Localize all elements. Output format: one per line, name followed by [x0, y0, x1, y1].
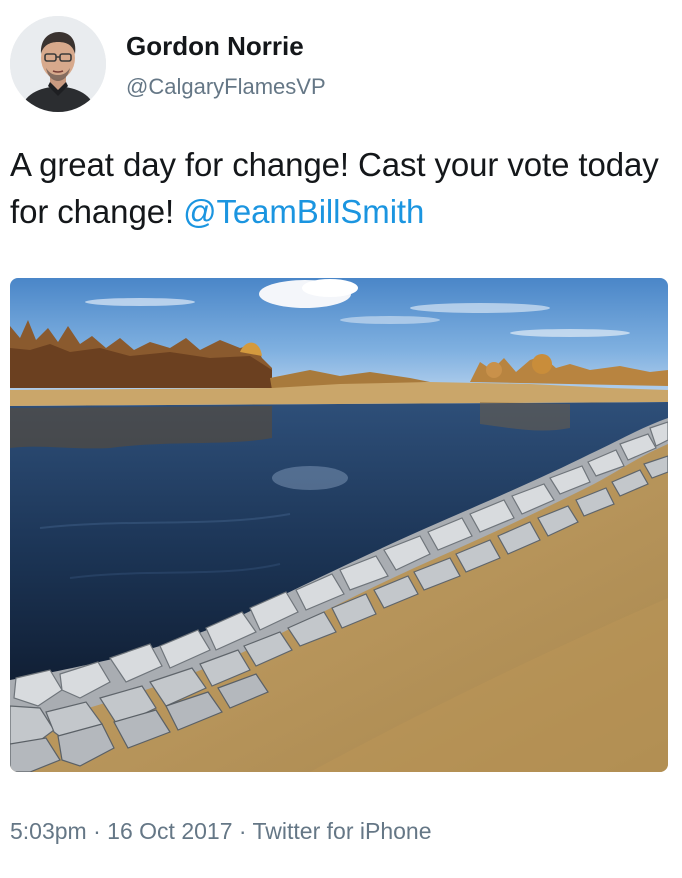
tweet-card: Gordon Norrie @CalgaryFlamesVP A great d… [0, 0, 682, 878]
tweet-date[interactable]: 16 Oct 2017 [107, 818, 232, 844]
meta-separator-2: · [232, 818, 253, 844]
tweet-photo[interactable] [10, 278, 668, 772]
mention-link[interactable]: @TeamBillSmith [183, 193, 424, 230]
tweet-header: Gordon Norrie @CalgaryFlamesVP [10, 16, 670, 112]
tweet-meta: 5:03pm · 16 Oct 2017 · Twitter for iPhon… [10, 818, 431, 845]
tweet-time[interactable]: 5:03pm [10, 818, 87, 844]
avatar[interactable] [10, 16, 106, 112]
author-handle[interactable]: @CalgaryFlamesVP [126, 74, 326, 100]
person-portrait-icon [10, 16, 106, 112]
meta-separator: · [86, 818, 108, 844]
river-landscape-photo [10, 278, 668, 772]
tweet-source[interactable]: Twitter for iPhone [253, 818, 432, 844]
author-name[interactable]: Gordon Norrie [126, 31, 304, 62]
tweet-text: A great day for change! Cast your vote t… [10, 141, 674, 235]
